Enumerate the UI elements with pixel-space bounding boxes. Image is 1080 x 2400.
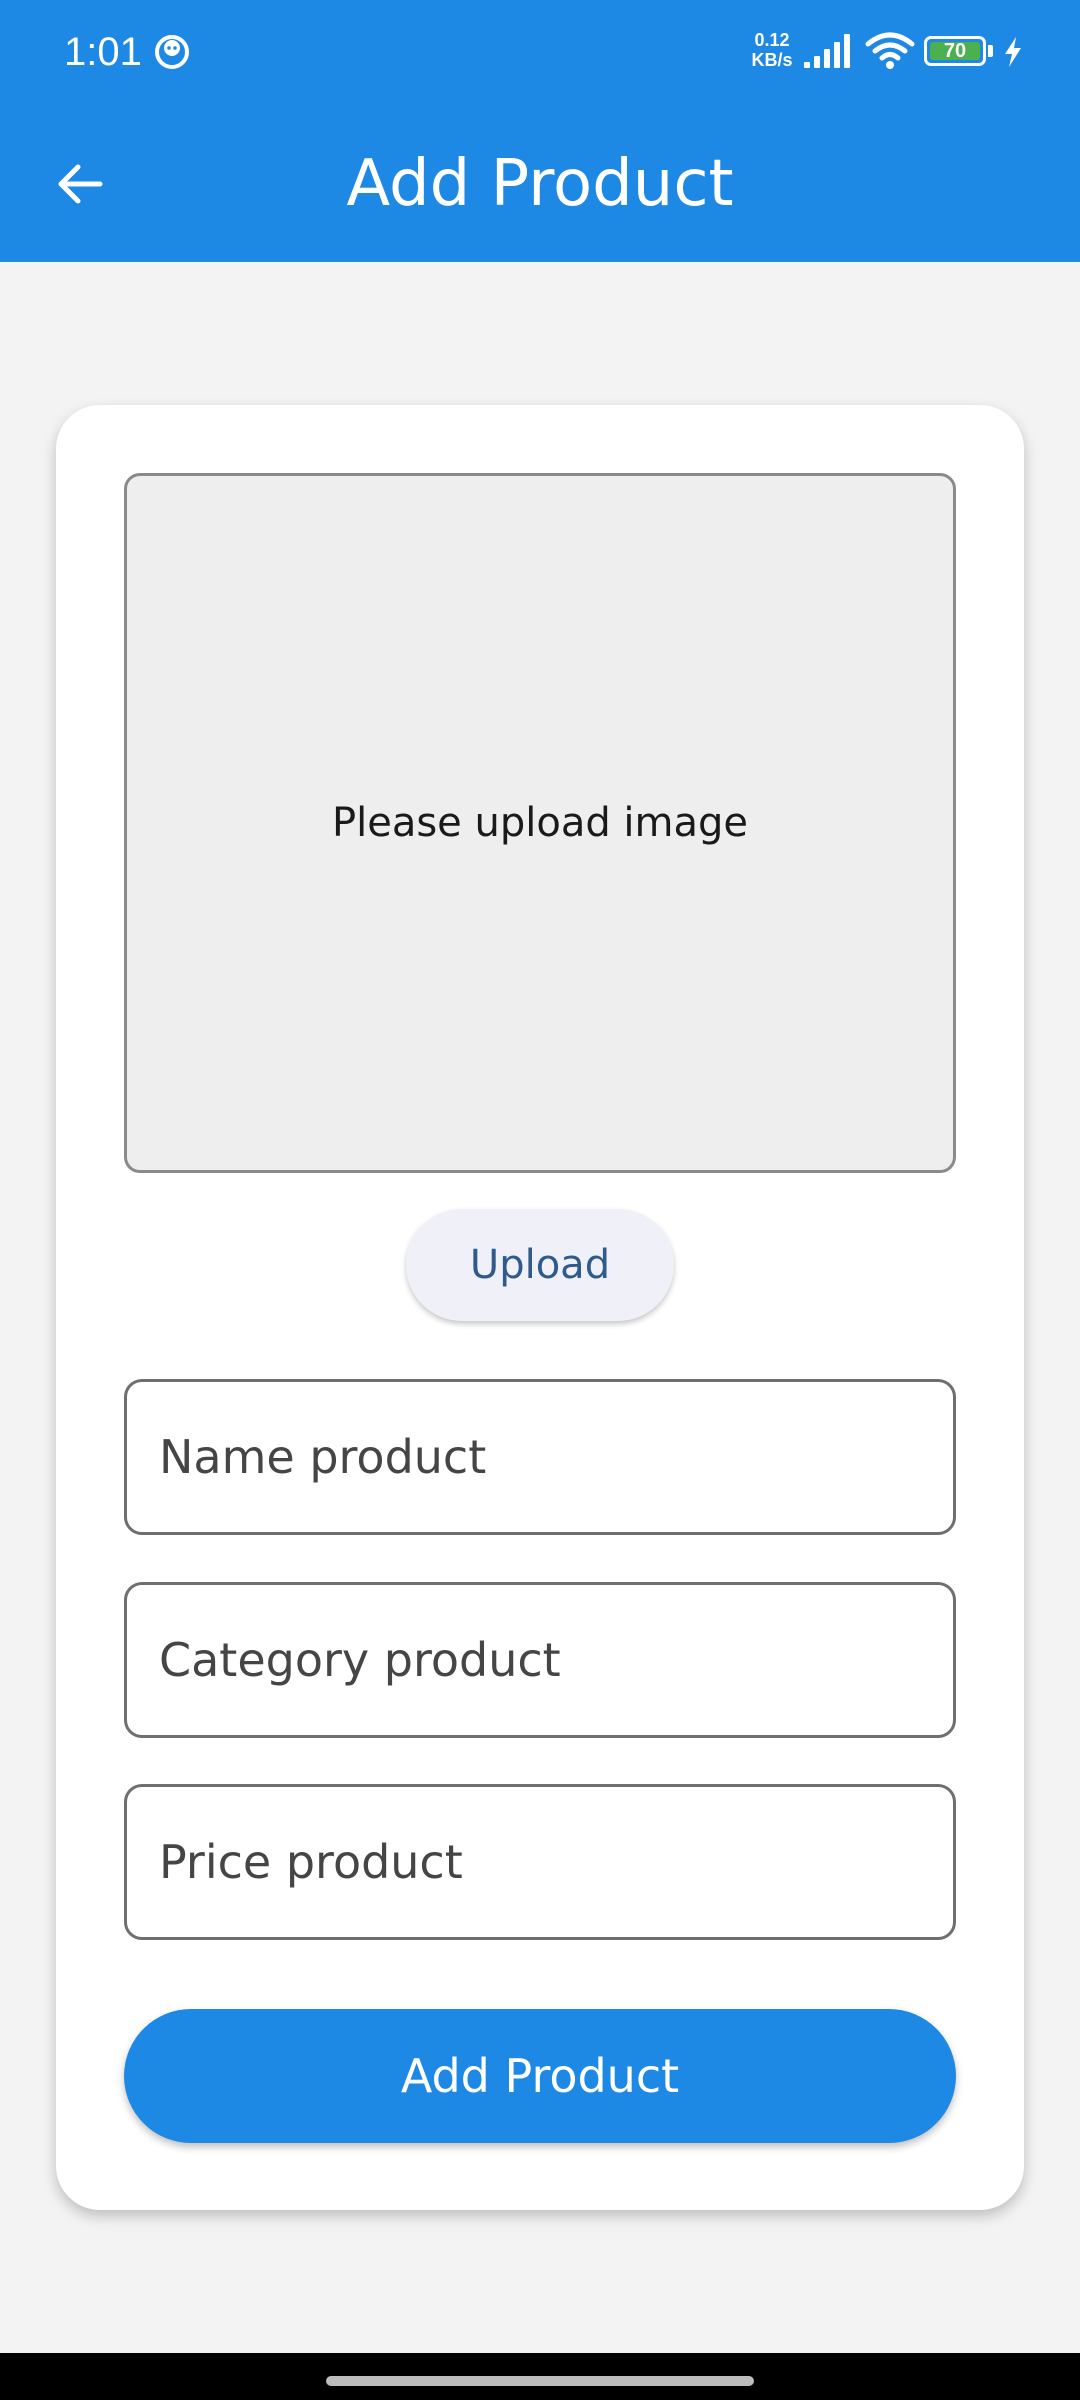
signal-icon: [804, 34, 850, 68]
upload-button[interactable]: Upload: [406, 1209, 674, 1321]
wifi-icon: [865, 32, 915, 69]
image-placeholder-text: Please upload image: [331, 800, 749, 846]
app-bar: Add Product: [0, 104, 1080, 262]
face-icon: [155, 35, 189, 69]
charging-bolt-icon: [1005, 37, 1021, 67]
category-product-field: [124, 1582, 956, 1738]
add-product-button[interactable]: Add Product: [124, 2009, 956, 2143]
product-form-card: Please upload image Upload Add Product: [56, 405, 1024, 2210]
page-title: Add Product: [346, 147, 734, 221]
status-bar: 1:01 0.12 KB/s 70: [0, 0, 1080, 104]
add-product-screen: 1:01 0.12 KB/s 70 Add Product Please upl…: [0, 0, 1080, 2400]
network-speed: 0.12 KB/s: [746, 30, 798, 70]
gesture-handle[interactable]: [326, 2376, 754, 2386]
name-product-field: [124, 1379, 956, 1535]
network-speed-value: 0.12 KB/s: [751, 30, 793, 70]
name-product-input[interactable]: [127, 1382, 953, 1532]
price-product-field: [124, 1784, 956, 1940]
battery-level: 70: [943, 40, 967, 62]
status-time: 1:01: [64, 30, 142, 74]
image-preview-area: Please upload image: [124, 473, 956, 1173]
price-product-input[interactable]: [127, 1787, 953, 1937]
top-bar: 1:01 0.12 KB/s 70 Add Product: [0, 0, 1080, 262]
battery-icon: 70: [924, 36, 998, 66]
category-product-input[interactable]: [127, 1585, 953, 1735]
navigation-bar: [0, 2353, 1080, 2400]
